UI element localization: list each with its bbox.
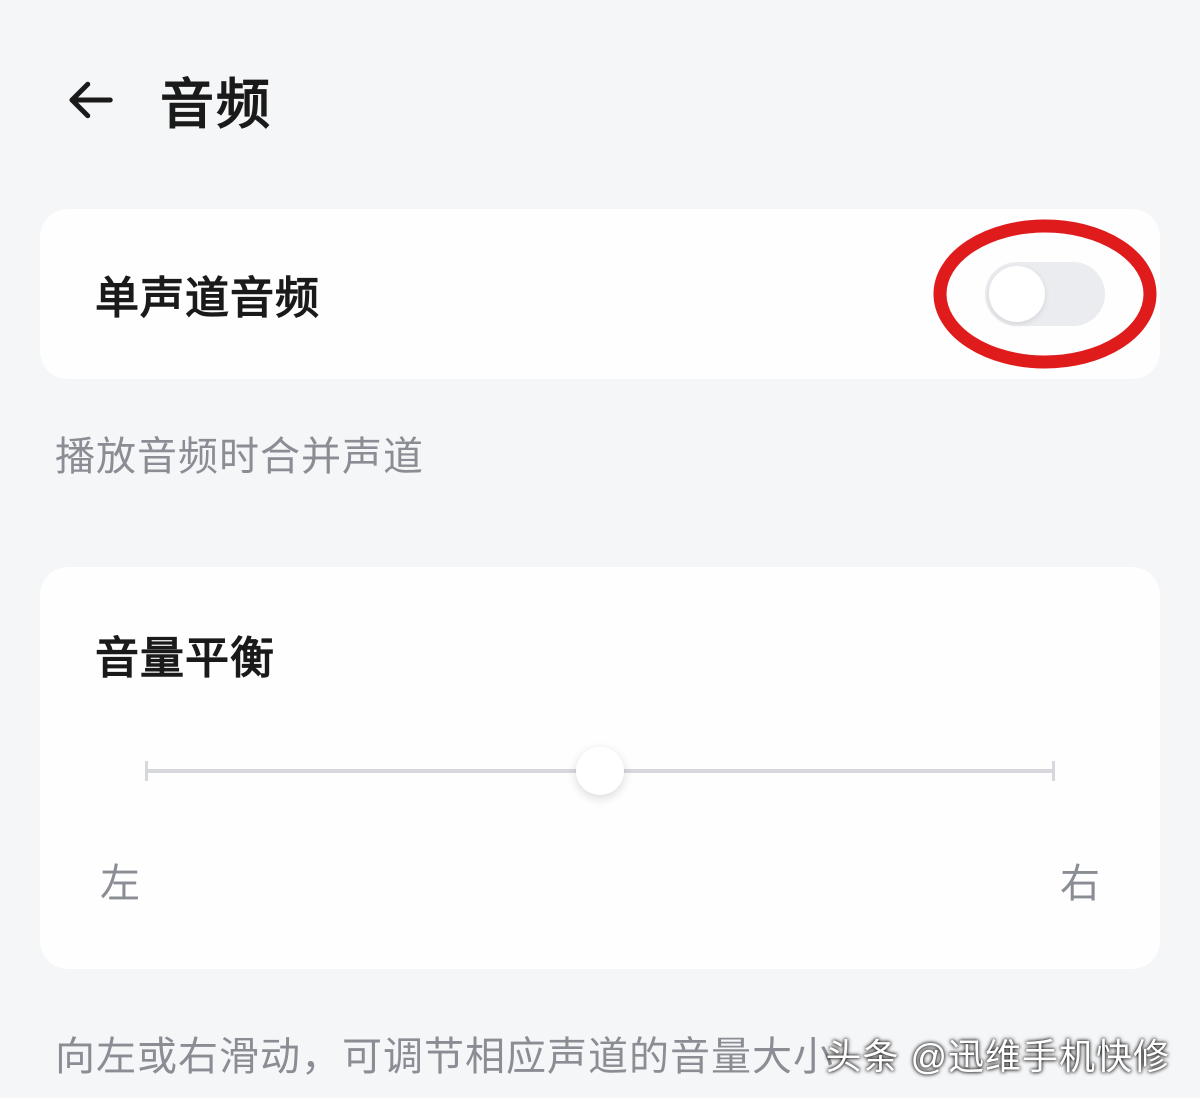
mono-audio-label: 单声道音频 (95, 262, 320, 326)
header: 音频 (0, 0, 1200, 189)
slider-left-label: 左 (100, 851, 140, 909)
slider-thumb[interactable] (576, 747, 624, 795)
balance-card: 音量平衡 左 右 (40, 567, 1160, 969)
toggle-knob (989, 266, 1045, 322)
slider-right-label: 右 (1060, 851, 1100, 909)
balance-label: 音量平衡 (95, 622, 1105, 686)
balance-slider[interactable] (145, 746, 1055, 796)
mono-audio-description: 播放音频时合并声道 (0, 379, 1200, 492)
mono-audio-toggle[interactable] (985, 262, 1105, 326)
mono-audio-card: 单声道音频 (40, 209, 1160, 379)
slider-labels: 左 右 (95, 851, 1105, 909)
watermark-text: 头条 @迅维手机快修 (825, 1028, 1170, 1080)
page-title: 音频 (160, 60, 272, 139)
toggle-container (985, 262, 1105, 326)
back-arrow-icon[interactable] (60, 70, 120, 130)
